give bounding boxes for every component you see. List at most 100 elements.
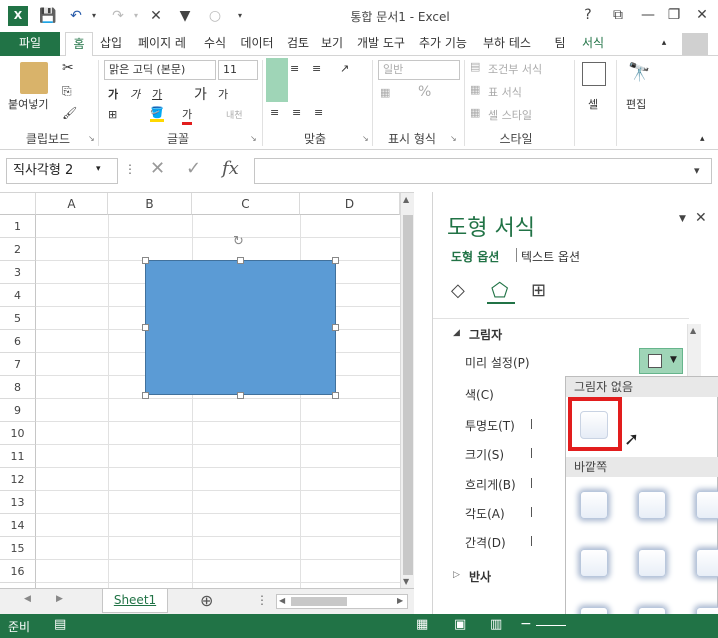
zoom-out-icon[interactable]: −: [520, 616, 532, 632]
clipboard-launcher-icon[interactable]: ↘: [88, 134, 95, 143]
bold-button[interactable]: 가: [108, 86, 118, 102]
size-properties-icon[interactable]: ⊞: [531, 280, 546, 301]
name-box-dropdown-icon[interactable]: ▾: [96, 164, 101, 174]
presets-dropdown[interactable]: ▼: [639, 348, 683, 374]
no-shadow-option[interactable]: [580, 411, 608, 439]
tab-page-layout[interactable]: 페이지 레: [130, 32, 194, 56]
clear-icon[interactable]: ✕: [146, 6, 166, 26]
circle-icon[interactable]: ○: [205, 6, 225, 26]
zoom-slider[interactable]: [536, 625, 566, 626]
expand-formula-icon[interactable]: ▾: [694, 164, 700, 177]
save-icon[interactable]: 💾: [38, 6, 58, 26]
row-header[interactable]: 9: [0, 399, 36, 422]
align-center-icon[interactable]: ≡: [292, 106, 301, 119]
conditional-formatting-button[interactable]: 조건부 서식: [488, 61, 542, 77]
tab-format[interactable]: 서식: [578, 32, 608, 56]
column-header-d[interactable]: D: [300, 193, 400, 215]
collapse-ribbon-icon[interactable]: ▴: [700, 134, 705, 144]
row-header[interactable]: 2: [0, 238, 36, 261]
tab-team[interactable]: 팀: [550, 32, 570, 56]
orientation-icon[interactable]: ↗: [340, 62, 349, 75]
row-header[interactable]: 7: [0, 353, 36, 376]
font-color-button[interactable]: 가: [182, 106, 193, 125]
outer-shadow-option[interactable]: [638, 491, 666, 519]
prev-sheet-icon[interactable]: ◀: [24, 594, 31, 604]
row-header[interactable]: 1: [0, 215, 36, 238]
grow-font-button[interactable]: 가: [194, 84, 207, 104]
alignment-launcher-icon[interactable]: ↘: [362, 134, 369, 143]
row-header[interactable]: 5: [0, 307, 36, 330]
row-header[interactable]: 8: [0, 376, 36, 399]
percent-button[interactable]: %: [418, 84, 431, 100]
cells-button[interactable]: 셀: [588, 96, 598, 112]
row-header[interactable]: 3: [0, 261, 36, 284]
align-right-icon[interactable]: ≡: [314, 106, 323, 119]
next-sheet-icon[interactable]: ▶: [56, 594, 63, 604]
user-avatar-icon[interactable]: [682, 33, 708, 55]
worksheet-grid[interactable]: A B C D 1234567891011121314151617 ↻ ▲ ▼: [0, 192, 414, 588]
close-button[interactable]: ✕: [688, 4, 716, 26]
phonetic-button[interactable]: 내천: [226, 108, 243, 121]
page-break-view-icon[interactable]: ▥: [490, 617, 502, 632]
column-header-a[interactable]: A: [36, 193, 108, 215]
scroll-right-icon[interactable]: ▶: [397, 596, 403, 605]
tab-file[interactable]: 파일: [0, 32, 60, 56]
cell-styles-button[interactable]: 셀 스타일: [488, 107, 532, 123]
cell-styles-icon[interactable]: ▦: [470, 106, 480, 119]
shrink-font-button[interactable]: 가: [218, 86, 228, 102]
ribbon-collapse-icon[interactable]: ▴: [654, 32, 674, 56]
rotate-handle-icon[interactable]: ↻: [233, 234, 244, 249]
scroll-up-icon[interactable]: ▲: [403, 195, 409, 204]
redo-dropdown-icon[interactable]: ▾: [126, 6, 146, 26]
insert-function-button[interactable]: fx: [222, 158, 239, 179]
rectangle-shape[interactable]: [145, 260, 336, 395]
outer-shadow-option[interactable]: [580, 549, 608, 577]
macro-record-icon[interactable]: ▤: [54, 617, 66, 632]
vertical-scrollbar[interactable]: ▲ ▼: [400, 193, 414, 588]
redo-icon[interactable]: ↷: [108, 6, 128, 26]
minimize-button[interactable]: —: [634, 4, 662, 26]
resize-handle[interactable]: [142, 392, 149, 399]
row-header[interactable]: 10: [0, 422, 36, 445]
top-align-button[interactable]: [266, 58, 288, 102]
italic-button[interactable]: 가: [130, 86, 140, 102]
add-sheet-button[interactable]: ⊕: [200, 591, 213, 610]
tab-home[interactable]: 홈: [65, 32, 93, 57]
copy-icon[interactable]: ⎘: [62, 84, 72, 99]
resize-handle[interactable]: [237, 257, 244, 264]
find-icon[interactable]: 🔭: [628, 62, 650, 83]
borders-icon[interactable]: ⊞: [108, 108, 117, 121]
formula-bar-handle-icon[interactable]: ⋮: [124, 162, 136, 176]
row-header[interactable]: 15: [0, 537, 36, 560]
expand-shadow-icon[interactable]: ◢: [453, 328, 460, 338]
resize-handle[interactable]: [332, 392, 339, 399]
underline-button[interactable]: 가: [152, 86, 162, 102]
outer-shadow-option[interactable]: [696, 491, 718, 519]
outer-shadow-option[interactable]: [580, 491, 608, 519]
row-header[interactable]: 14: [0, 514, 36, 537]
section-shadow[interactable]: 그림자: [469, 326, 502, 343]
scroll-left-icon[interactable]: ◀: [279, 596, 285, 605]
tab-addins[interactable]: 추가 기능: [414, 32, 472, 56]
normal-view-icon[interactable]: ▦: [416, 617, 428, 632]
row-header[interactable]: 13: [0, 491, 36, 514]
sheet-tab-sheet1[interactable]: Sheet1: [102, 589, 168, 613]
tab-text-options[interactable]: 텍스트 옵션: [521, 248, 580, 265]
row-header[interactable]: 16: [0, 560, 36, 583]
pane-scroll-up-icon[interactable]: ▲: [690, 326, 696, 335]
row-header[interactable]: 6: [0, 330, 36, 353]
select-all-corner[interactable]: [0, 193, 36, 215]
expand-reflection-icon[interactable]: ▷: [453, 570, 460, 580]
outer-shadow-option[interactable]: [638, 549, 666, 577]
tab-data[interactable]: 데이터: [236, 32, 278, 56]
pane-options-icon[interactable]: ▼: [679, 214, 686, 224]
tab-insert[interactable]: 삽입: [96, 32, 126, 56]
h-scroll-thumb[interactable]: [291, 597, 347, 606]
help-button[interactable]: ?: [574, 4, 602, 26]
row-header[interactable]: 12: [0, 468, 36, 491]
enter-button[interactable]: ✓: [186, 158, 201, 179]
tab-formulas[interactable]: 수식: [200, 32, 230, 56]
filter-icon[interactable]: ▼: [175, 6, 195, 26]
row-header[interactable]: 11: [0, 445, 36, 468]
horizontal-scrollbar[interactable]: ◀ ▶: [276, 594, 408, 609]
